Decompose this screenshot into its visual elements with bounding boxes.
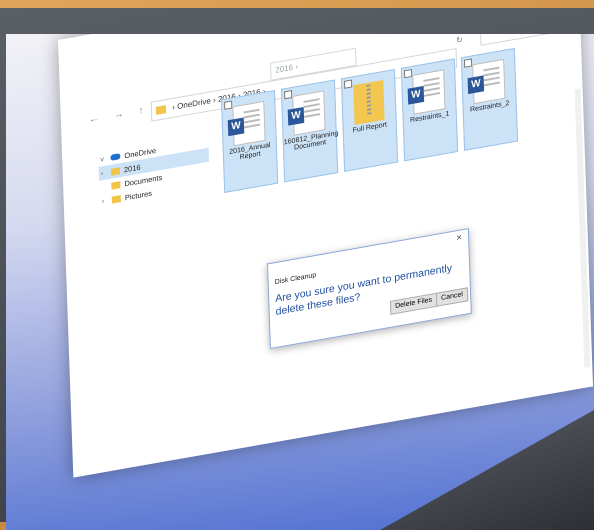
- word-document-icon: W: [287, 90, 326, 136]
- word-logo-icon: W: [467, 75, 485, 95]
- search-input[interactable]: 🔍: [479, 34, 567, 46]
- monitor-bezel: – ☐ ✕ 2016 › ↻ 🔍 ← → ↑ › OneDrive › 2016…: [0, 8, 594, 530]
- sidebar-item-label: 2016: [123, 162, 141, 175]
- word-document-icon: W: [227, 100, 266, 147]
- word-document-icon: W: [407, 69, 446, 115]
- file-name: 2016_Annual Report: [229, 141, 271, 162]
- file-name: 160812_Planning Document: [283, 129, 339, 152]
- folder-icon: [111, 180, 121, 190]
- file-item[interactable]: W Restraints_2: [460, 47, 519, 151]
- scrollbar[interactable]: [574, 88, 591, 368]
- sidebar-item-label: Pictures: [124, 188, 153, 202]
- nav-arrows[interactable]: ← → ↑: [89, 104, 150, 126]
- folder-icon: [110, 166, 121, 176]
- checkbox[interactable]: [463, 58, 473, 68]
- cancel-button[interactable]: Cancel: [435, 287, 469, 307]
- checkbox[interactable]: [344, 79, 353, 89]
- folder-icon: [111, 194, 121, 204]
- disk-cleanup-dialog: × Disk Cleanup Are you sure you want to …: [266, 228, 472, 350]
- cloud-icon: [110, 153, 121, 161]
- dialog-title: Disk Cleanup: [274, 271, 317, 287]
- word-logo-icon: W: [407, 85, 425, 105]
- folder-icon: [155, 105, 167, 115]
- navigation-pane: v OneDrive › 2016 Documents › Pictures: [98, 134, 210, 209]
- close-icon[interactable]: ×: [456, 232, 462, 244]
- word-document-icon: W: [467, 58, 506, 105]
- refresh-icon[interactable]: ↻: [456, 35, 463, 45]
- screen: – ☐ ✕ 2016 › ↻ 🔍 ← → ↑ › OneDrive › 2016…: [6, 34, 594, 530]
- file-item[interactable]: W 2016_Annual Report: [220, 89, 279, 193]
- chevron-down-icon[interactable]: v: [100, 154, 110, 164]
- file-item[interactable]: W 160812_Planning Document: [280, 79, 339, 183]
- file-item[interactable]: W Restraints_1: [400, 58, 459, 162]
- file-explorer-window: – ☐ ✕ 2016 › ↻ 🔍 ← → ↑ › OneDrive › 2016…: [58, 34, 594, 478]
- checkbox[interactable]: [403, 68, 413, 79]
- dialog-message: Are you sure you want to permanently del…: [275, 262, 453, 318]
- word-logo-icon: W: [227, 117, 245, 137]
- checkbox[interactable]: [284, 89, 293, 100]
- checkbox[interactable]: [224, 100, 233, 110]
- word-logo-icon: W: [287, 106, 305, 126]
- chevron-right-icon[interactable]: ›: [101, 168, 111, 177]
- zip-folder-icon: [353, 80, 385, 126]
- chevron-right-icon[interactable]: ›: [102, 196, 112, 205]
- file-item[interactable]: Full Report: [340, 68, 399, 172]
